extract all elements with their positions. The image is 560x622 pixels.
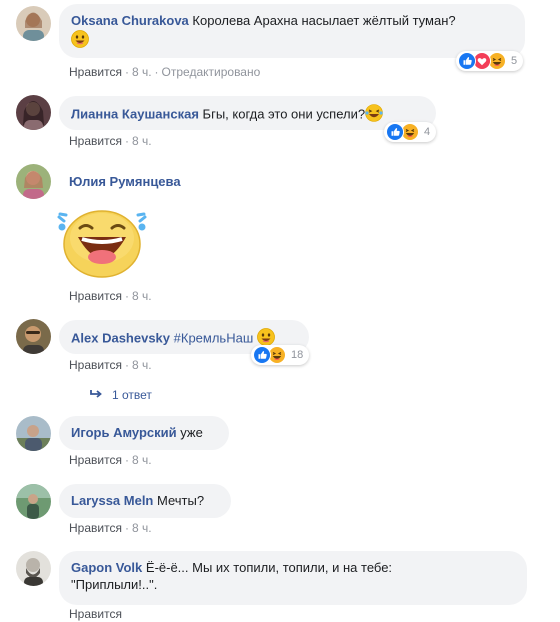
comment-author[interactable]: Лианна Каушанская — [71, 106, 199, 121]
timestamp[interactable]: 8 ч. — [132, 65, 152, 79]
comment-text-line2: "Приплыли!..". — [71, 577, 158, 592]
haha-emoji-icon — [364, 104, 384, 126]
comment-bubble: Laryssa Meln Мечты? — [59, 484, 231, 518]
comment-author[interactable]: Laryssa Meln — [71, 493, 153, 508]
comment-text: Бгы, когда это они успели? — [202, 106, 366, 122]
comment-actions: Нравится · 8 ч. — [69, 289, 152, 303]
view-replies-link[interactable]: 1 ответ — [90, 388, 152, 402]
replies-count-label[interactable]: 1 ответ — [112, 388, 152, 402]
like-link[interactable]: Нравится — [69, 607, 122, 621]
comment-author[interactable]: Игорь Амурский — [71, 425, 177, 440]
like-link[interactable]: Нравится — [69, 134, 122, 148]
comment-text: Мечты? — [157, 493, 205, 508]
reactions-summary[interactable]: 18 — [251, 345, 310, 365]
timestamp[interactable]: 8 ч. — [132, 521, 152, 535]
reaction-count: 18 — [291, 349, 304, 361]
timestamp[interactable]: 8 ч. — [132, 289, 152, 303]
like-link[interactable]: Нравится — [69, 358, 122, 372]
reactions-summary[interactable]: 5 — [456, 51, 524, 71]
comment-text: Королева Арахна насылает жёлтый туман? — [192, 13, 456, 28]
timestamp[interactable]: 8 ч. — [132, 134, 152, 148]
like-link[interactable]: Нравится — [69, 289, 122, 303]
reactions-summary[interactable]: 4 — [384, 122, 437, 142]
comment-actions: Нравится · 8 ч. — [69, 134, 152, 148]
sticker-laughing-icon — [56, 201, 148, 284]
comment-text: Ё-ё-ё... Мы их топили, топили, и на тебе… — [145, 560, 393, 575]
avatar[interactable] — [16, 551, 51, 586]
reply-arrow-icon — [90, 388, 102, 402]
like-icon — [458, 52, 476, 70]
comment-author[interactable]: Alex Dashevsky — [71, 330, 170, 345]
avatar[interactable] — [16, 95, 51, 130]
comment-bubble: Gapon Volk Ё-ё-ё... Мы их топили, топили… — [59, 551, 527, 605]
comment-bubble: Лианна Каушанская Бгы, когда это они усп… — [59, 96, 436, 130]
avatar[interactable] — [16, 416, 51, 451]
comment-author[interactable]: Юлия Румянцева — [69, 174, 181, 189]
like-icon — [386, 123, 404, 141]
timestamp[interactable]: 8 ч. — [132, 453, 152, 467]
comment-text: уже — [180, 425, 203, 440]
comment-actions: Нравится · 8 ч. — [69, 358, 152, 372]
like-link[interactable]: Нравится — [69, 521, 122, 535]
comment-author[interactable]: Oksana Churakova — [71, 13, 189, 28]
avatar[interactable] — [16, 484, 51, 519]
comment-actions: Нравится · 8 ч. — [69, 453, 152, 467]
avatar[interactable] — [16, 319, 51, 354]
comment-actions: Нравится · 8 ч. · Отредактировано — [69, 65, 261, 79]
comment-actions: Нравится · 8 ч. — [69, 521, 152, 535]
comment-actions: Нравится — [69, 606, 122, 622]
timestamp[interactable]: 8 ч. — [132, 358, 152, 372]
smile-emoji-icon — [70, 29, 90, 52]
reaction-count: 4 — [424, 126, 431, 138]
comment-bubble: Игорь Амурский уже — [59, 416, 229, 450]
comment-author[interactable]: Gapon Volk — [71, 560, 142, 575]
like-icon — [253, 346, 271, 364]
like-link[interactable]: Нравится — [69, 65, 122, 79]
reaction-count: 5 — [511, 55, 518, 67]
comment-bubble: Oksana Churakova Королева Арахна насылае… — [59, 4, 525, 58]
avatar[interactable] — [16, 6, 51, 41]
avatar[interactable] — [16, 164, 51, 199]
edited-label[interactable]: Отредактировано — [162, 65, 261, 79]
comment-text[interactable]: #КремльНаш — [174, 330, 254, 345]
like-link[interactable]: Нравится — [69, 453, 122, 467]
